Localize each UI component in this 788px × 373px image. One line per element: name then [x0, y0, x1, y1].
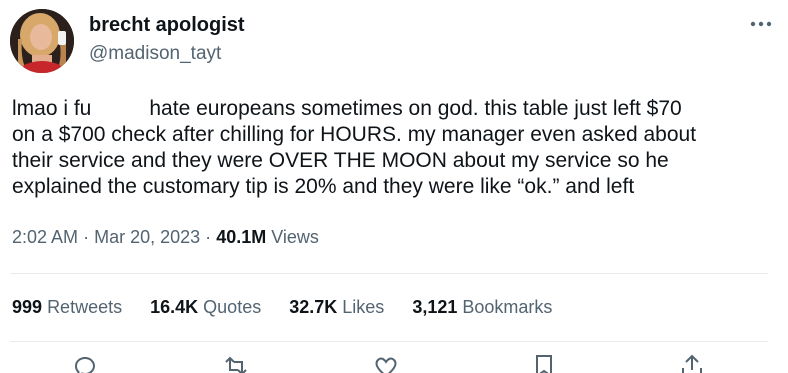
tweet-line-2: on a $700 check after chilling for HOURS…	[12, 123, 697, 146]
display-name[interactable]: brecht apologist	[89, 14, 245, 37]
heart-icon	[375, 357, 397, 373]
bookmark-button[interactable]	[530, 352, 558, 373]
tweet-line-1-end: hate europeans sometimes on god. this ta…	[149, 97, 682, 120]
bookmark-icon	[536, 355, 552, 373]
tweet-card: brecht apologist @madison_tayt lmao i fu…	[0, 0, 788, 373]
quotes-stat[interactable]: 16.4K Quotes	[150, 297, 261, 318]
tweet-text: lmao i fu hate europeans sometimes on god…	[12, 96, 782, 200]
redaction-block	[91, 99, 150, 120]
tweet-line-1: lmao i fu hate europeans sometimes on god…	[12, 96, 782, 122]
share-icon	[682, 354, 702, 373]
reply-button[interactable]	[70, 352, 98, 373]
divider	[10, 341, 768, 342]
divider	[10, 273, 768, 274]
tweet-meta: 2:02 AM · Mar 20, 2023 · 40.1M Views	[12, 227, 319, 248]
more-options-button[interactable]	[746, 12, 776, 36]
retweets-count: 999	[12, 297, 43, 317]
tweet-line-1-start: lmao i fu	[12, 97, 92, 120]
like-button[interactable]	[372, 352, 400, 373]
reply-icon	[74, 356, 95, 373]
share-button[interactable]	[678, 352, 706, 373]
meta-separator: ·	[205, 227, 212, 247]
likes-label: Likes	[342, 297, 385, 317]
retweet-button[interactable]	[222, 352, 250, 373]
user-handle[interactable]: @madison_tayt	[89, 43, 221, 65]
action-bar	[0, 352, 788, 373]
views-count: 40.1M	[216, 227, 267, 247]
engagement-stats: 999 Retweets 16.4K Quotes 32.7K Likes 3,…	[12, 297, 580, 318]
bookmarks-count: 3,121	[412, 297, 458, 317]
quotes-count: 16.4K	[150, 297, 199, 317]
likes-stat[interactable]: 32.7K Likes	[289, 297, 384, 318]
tweet-date[interactable]: Mar 20, 2023	[94, 227, 200, 247]
tweet-line-4: explained the customary tip is 20% and t…	[12, 175, 635, 198]
views-label: Views	[271, 227, 319, 247]
retweets-label: Retweets	[47, 297, 123, 317]
meta-separator: ·	[83, 227, 90, 247]
retweet-icon	[225, 356, 247, 373]
quotes-label: Quotes	[203, 297, 262, 317]
retweets-stat[interactable]: 999 Retweets	[12, 297, 122, 318]
bookmarks-label: Bookmarks	[462, 297, 553, 317]
profile-photo-icon	[10, 9, 74, 73]
tweet-line-3: their service and they were OVER THE MOO…	[12, 149, 669, 172]
avatar[interactable]	[10, 9, 74, 73]
more-horizontal-icon	[750, 21, 772, 27]
likes-count: 32.7K	[289, 297, 338, 317]
bookmarks-stat[interactable]: 3,121 Bookmarks	[412, 297, 552, 318]
tweet-time[interactable]: 2:02 AM	[12, 227, 78, 247]
